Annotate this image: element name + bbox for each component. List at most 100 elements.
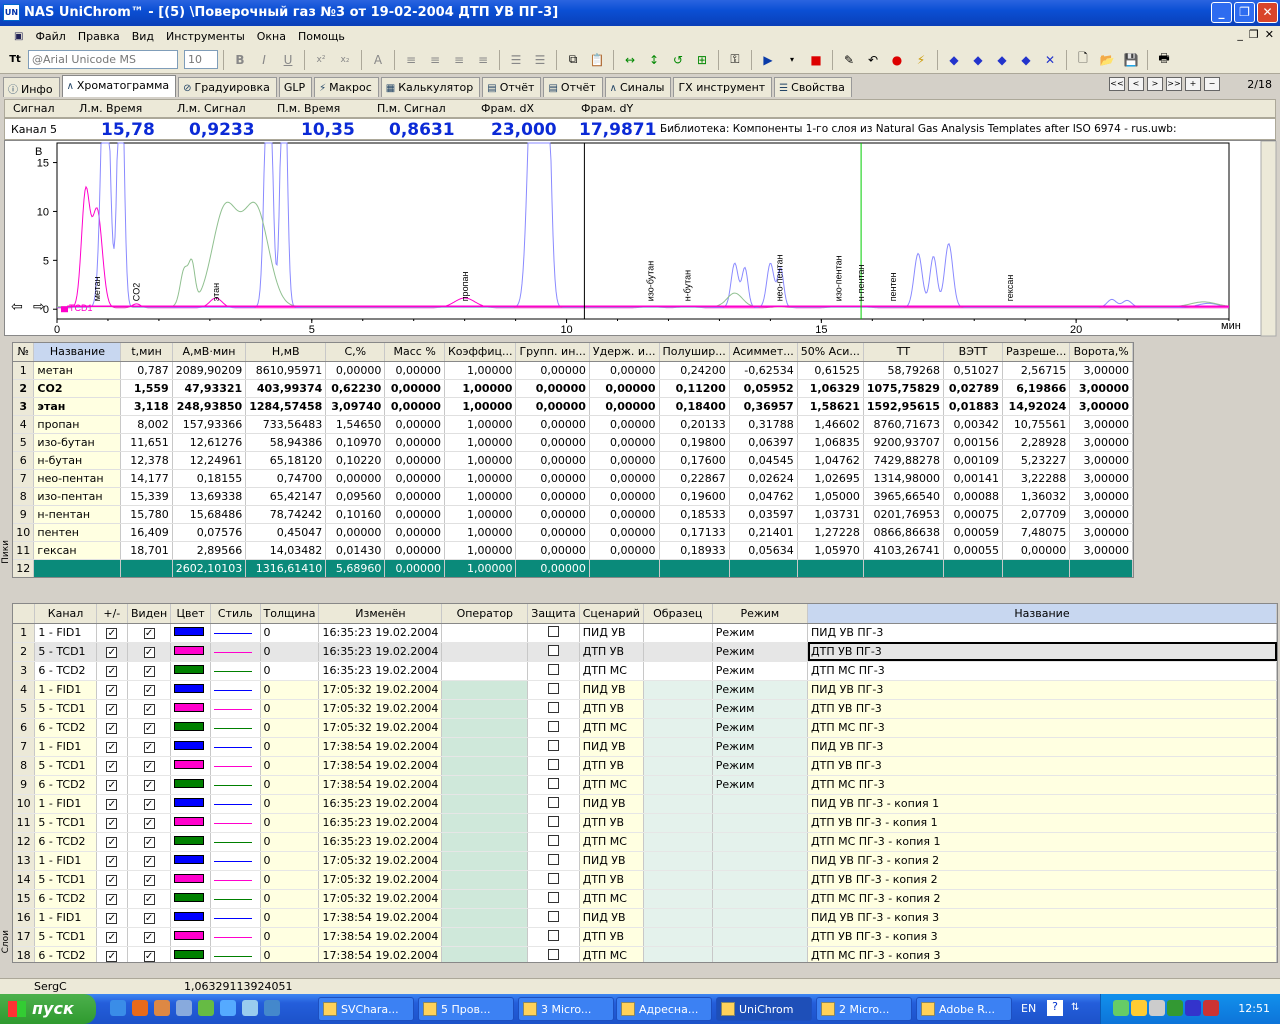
peak-cell[interactable]: 0,10160 <box>325 505 386 524</box>
peak-cell[interactable]: 0,00000 <box>384 523 445 542</box>
protect-checkbox[interactable] <box>547 948 559 960</box>
layer-thickness[interactable]: 0 <box>260 642 320 662</box>
layer-style-cell[interactable] <box>210 946 261 962</box>
layer-protect-cell[interactable] <box>527 832 580 852</box>
tab-4[interactable]: GLP <box>278 77 313 97</box>
expand-checkbox[interactable]: ✓ <box>106 894 118 905</box>
layer-channel[interactable]: 6 - TCD2 <box>34 775 97 795</box>
layer-name[interactable]: ДТП МС ПГ-3 <box>807 775 1277 795</box>
protect-checkbox[interactable] <box>547 644 559 656</box>
peak-cell[interactable]: 0,00000 <box>384 469 445 488</box>
color-swatch[interactable] <box>174 817 205 826</box>
peak-row[interactable]: 12 2602,10103 1316,61410 5,68960 0,00000 1,00… <box>13 559 1133 577</box>
peak-cell[interactable]: 2,89566 <box>172 541 247 560</box>
language-indicator[interactable]: EN <box>1021 1002 1036 1015</box>
pan-right-icon[interactable]: ⇨ <box>33 299 45 315</box>
peak-col-header[interactable]: Коэффиц... <box>444 343 517 362</box>
peak-cell[interactable]: 1,559 <box>120 379 173 398</box>
peak-cell[interactable]: 1,00000 <box>444 559 517 577</box>
layer-sample[interactable] <box>643 718 713 738</box>
layer-color-cell[interactable] <box>170 832 211 852</box>
layer-row[interactable]: 85 - TCD1 ✓ ✓ 0 17:38:54 19.02.2004 ДТП УВ Реж… <box>13 756 1277 776</box>
peak-cell[interactable]: 0,00000 <box>515 487 590 506</box>
layer-sample[interactable] <box>643 908 713 928</box>
protect-checkbox[interactable] <box>547 853 559 865</box>
peak-cell[interactable]: 0,03597 <box>729 505 798 524</box>
peak-cell[interactable]: пентен <box>33 523 122 542</box>
layer-visible-cell[interactable]: ✓ <box>127 889 172 909</box>
taskbar-button[interactable]: 3 Micro... <box>518 997 614 1021</box>
peak-cell[interactable]: 0,00000 <box>515 361 590 380</box>
peak-cell[interactable]: 2,28928 <box>1002 433 1071 452</box>
peak-cell[interactable]: 0,00000 <box>589 523 660 542</box>
layer-row[interactable]: 12 6 - TCD2 ✓ ✓ 0 16:35:23 19.02.2004 ДТП МС ДТ… <box>13 832 1277 852</box>
layer-scenario[interactable]: ДТП УВ <box>579 813 644 833</box>
layer-protect-cell[interactable] <box>527 870 580 890</box>
peak-cell[interactable]: 0,22867 <box>659 469 730 488</box>
layer-mode[interactable] <box>712 813 809 833</box>
visible-checkbox[interactable]: ✓ <box>143 951 155 962</box>
layer-operator[interactable] <box>441 908 529 928</box>
layer-col-header[interactable]: +/- <box>96 604 128 624</box>
peak-cell[interactable]: 0,19800 <box>659 433 730 452</box>
peak-col-header[interactable]: Ворота,% <box>1069 343 1133 362</box>
protect-checkbox[interactable] <box>547 625 559 637</box>
peak-cell[interactable]: 9 <box>13 505 35 524</box>
layer-sample[interactable] <box>643 870 713 890</box>
line-style-sample[interactable] <box>213 651 252 653</box>
layer-style-cell[interactable] <box>210 870 261 890</box>
peak-cell[interactable]: 3,09740 <box>325 397 386 416</box>
key-icon[interactable]: ⚿ <box>724 49 746 71</box>
color-swatch[interactable] <box>174 684 205 693</box>
menu-view[interactable]: Вид <box>126 30 160 43</box>
line-style-sample[interactable] <box>213 841 252 843</box>
visible-checkbox[interactable]: ✓ <box>143 780 155 791</box>
expand-checkbox[interactable]: ✓ <box>106 704 118 715</box>
peak-cell[interactable]: 1,00000 <box>444 523 517 542</box>
arrow-down-icon[interactable]: ◆ <box>1015 49 1037 71</box>
line-style-sample[interactable] <box>213 803 252 805</box>
visible-checkbox[interactable]: ✓ <box>143 723 155 734</box>
layer-operator[interactable] <box>441 699 529 719</box>
peak-cell[interactable]: 3,00000 <box>1069 541 1133 560</box>
layer-color-cell[interactable] <box>170 737 211 757</box>
peak-cell[interactable]: 0,10970 <box>325 433 386 452</box>
layer-mode[interactable]: Режим <box>712 775 809 795</box>
numbered-list-icon[interactable]: ☰ <box>505 49 527 71</box>
layer-mode[interactable] <box>712 946 809 962</box>
peak-cell[interactable]: 1,36032 <box>1002 487 1071 506</box>
peak-cell[interactable]: 0,06397 <box>729 433 798 452</box>
layer-scenario[interactable]: ДТП УВ <box>579 927 644 947</box>
layer-row[interactable]: 10 1 - FID1 ✓ ✓ 0 16:35:23 19.02.2004 ПИД УВ ПИ… <box>13 794 1277 814</box>
layer-operator[interactable] <box>441 832 529 852</box>
peak-cell[interactable] <box>33 559 122 577</box>
tab-10[interactable]: ГХ инструмент <box>673 77 773 97</box>
peak-row[interactable]: 7 нео-пентан 14,177 0,18155 0,74700 0,00000 0,… <box>13 469 1133 488</box>
layer-thickness[interactable]: 0 <box>260 794 320 814</box>
peak-cell[interactable]: 2 <box>13 379 35 398</box>
taskbar-button[interactable]: 5 Пров... <box>418 997 514 1021</box>
subscript-icon[interactable]: x₂ <box>334 49 356 71</box>
peak-cell[interactable]: метан <box>33 361 122 380</box>
peak-cell[interactable]: 0,00156 <box>943 433 1004 452</box>
layer-visible-cell[interactable]: ✓ <box>127 756 172 776</box>
peak-cell[interactable]: 8610,95971 <box>245 361 327 380</box>
peak-cell[interactable]: изо-бутан <box>33 433 122 452</box>
layer-channel[interactable]: 6 - TCD2 <box>34 718 97 738</box>
peak-cell[interactable]: 0,00000 <box>589 397 660 416</box>
peak-cell[interactable] <box>863 559 944 577</box>
layer-protect-cell[interactable] <box>527 661 580 681</box>
layer-color-cell[interactable] <box>170 813 211 833</box>
peak-cell[interactable]: нео-пентан <box>33 469 122 488</box>
layer-scenario[interactable]: ДТП УВ <box>579 756 644 776</box>
undo-icon[interactable]: ↶ <box>862 49 884 71</box>
layer-sample[interactable] <box>643 642 713 662</box>
expand-checkbox[interactable]: ✓ <box>106 932 118 943</box>
layer-row[interactable]: 11 - FID1 ✓ ✓ 0 16:35:23 19.02.2004 ПИД УВ Реж… <box>13 623 1277 643</box>
protect-checkbox[interactable] <box>547 739 559 751</box>
peak-cell[interactable]: 0,04762 <box>729 487 798 506</box>
layer-channel[interactable]: 1 - FID1 <box>34 851 97 871</box>
layer-name[interactable]: ДТП УВ ПГ-3 <box>807 642 1277 662</box>
chromatogram-chart[interactable]: 0 5 10 15 В 0 5 10 15 20 мин метан CO2 этан пропан изо-… <box>4 140 1277 337</box>
visible-checkbox[interactable]: ✓ <box>143 647 155 658</box>
